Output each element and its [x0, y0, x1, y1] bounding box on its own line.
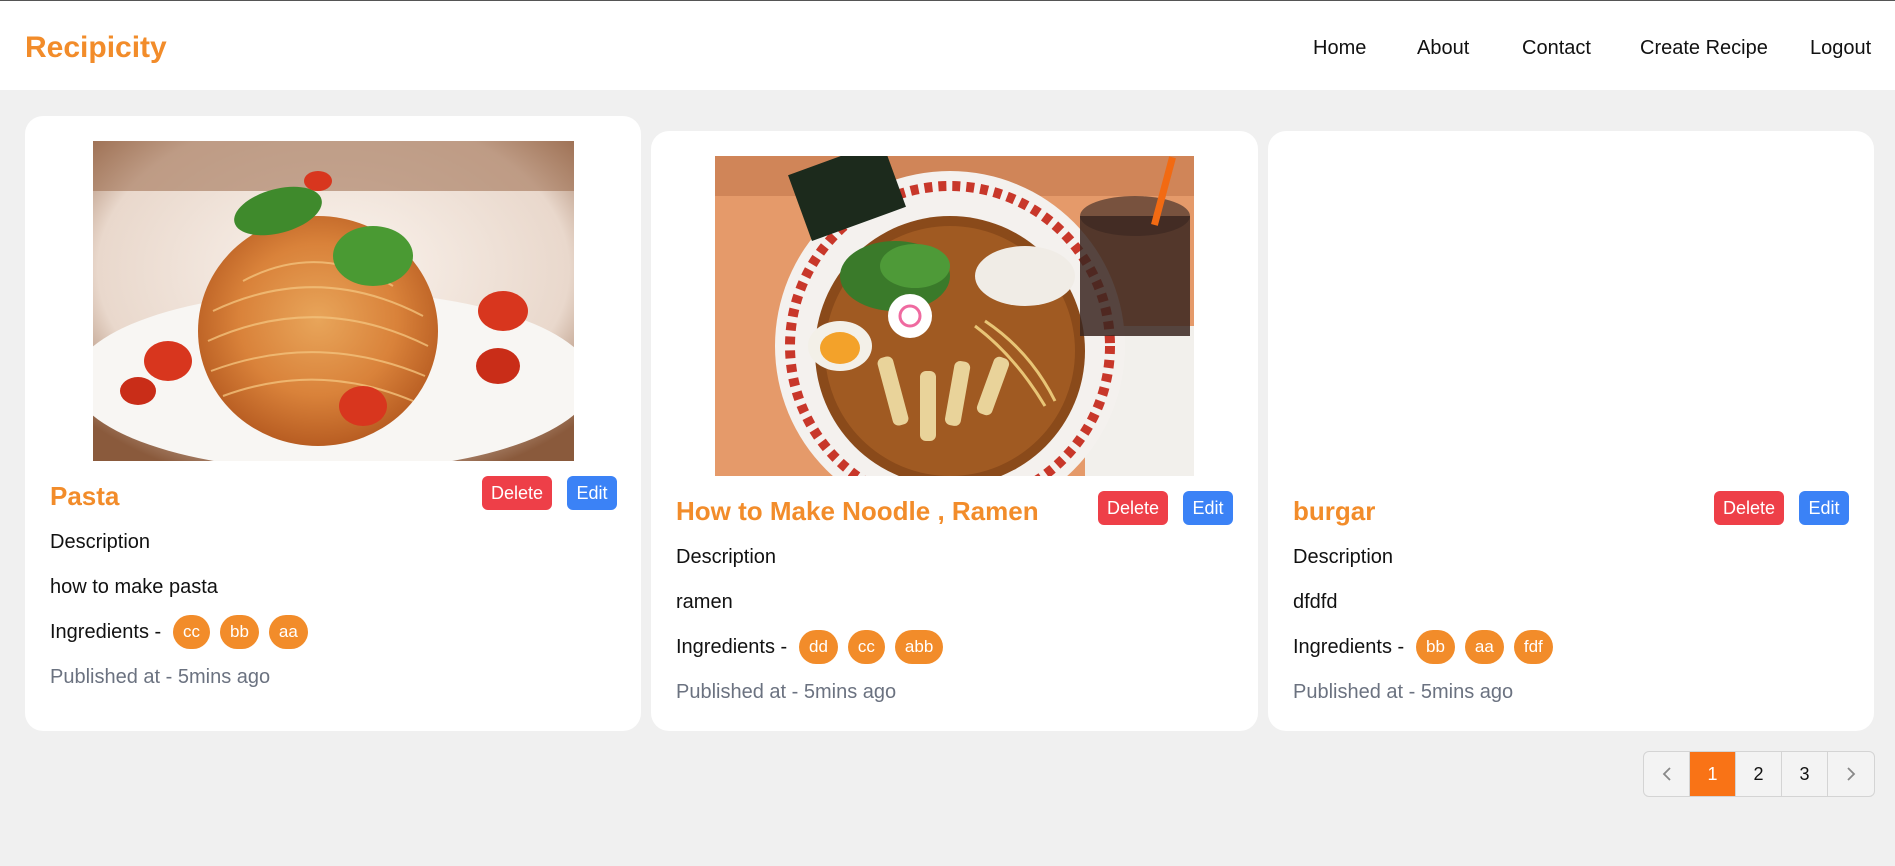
recipe-card: Pasta Delete Edit Description how to mak…	[25, 116, 641, 731]
description-text: ramen	[676, 591, 733, 613]
nav-logout[interactable]: Logout	[1810, 37, 1871, 60]
published-time: Published at - 5mins ago	[1293, 681, 1514, 703]
ingredients-label: Ingredients -	[50, 621, 162, 643]
edit-button[interactable]: Edit	[567, 476, 617, 510]
ingredients-list: cc bb aa	[173, 615, 308, 649]
page-2-button[interactable]: 2	[1736, 752, 1783, 796]
page-3-button[interactable]: 3	[1782, 752, 1829, 796]
delete-button[interactable]: Delete	[1098, 491, 1168, 525]
ingredients-label: Ingredients -	[676, 636, 788, 658]
pagination: 1 2 3	[1643, 751, 1875, 797]
published-time: Published at - 5mins ago	[50, 666, 271, 688]
edit-button[interactable]: Edit	[1183, 491, 1233, 525]
brand-logo[interactable]: Recipicity	[25, 31, 167, 65]
ingredient-chip: fdf	[1513, 630, 1553, 664]
delete-button[interactable]: Delete	[482, 476, 552, 510]
ingredients-list: dd cc abb	[799, 630, 944, 664]
recipe-card: How to Make Noodle , Ramen Delete Edit D…	[651, 131, 1258, 731]
navbar: Recipicity Home About Contact Create Rec…	[0, 1, 1895, 90]
nav-create-recipe[interactable]: Create Recipe	[1640, 37, 1768, 60]
ingredient-chip: aa	[268, 615, 308, 649]
recipe-image	[715, 156, 1194, 476]
ingredients-list: bb aa fdf	[1416, 630, 1553, 664]
delete-button[interactable]: Delete	[1714, 491, 1784, 525]
ingredient-chip: abb	[894, 630, 944, 664]
nav-contact[interactable]: Contact	[1522, 37, 1591, 60]
description-label: Description	[1293, 546, 1394, 568]
nav-home[interactable]: Home	[1313, 37, 1366, 60]
description-label: Description	[50, 531, 151, 553]
page-1-button[interactable]: 1	[1690, 752, 1737, 796]
published-time: Published at - 5mins ago	[676, 681, 897, 703]
description-text: dfdfd	[1293, 591, 1338, 613]
recipe-image-placeholder	[1332, 156, 1811, 476]
description-text: how to make pasta	[50, 576, 218, 598]
recipe-title[interactable]: Pasta	[50, 481, 119, 512]
nav-about[interactable]: About	[1417, 37, 1469, 60]
ingredient-chip: cc	[173, 615, 210, 649]
description-label: Description	[676, 546, 777, 568]
ingredient-chip: cc	[847, 630, 885, 664]
chevron-left-icon[interactable]	[1644, 752, 1691, 796]
recipe-card: burgar Delete Edit Description dfdfd Ing…	[1268, 131, 1874, 731]
ingredients-label: Ingredients -	[1293, 636, 1405, 658]
recipe-title[interactable]: burgar	[1293, 496, 1375, 527]
ingredient-chip: bb	[220, 615, 259, 649]
edit-button[interactable]: Edit	[1799, 491, 1849, 525]
recipe-image	[93, 141, 574, 461]
ingredient-chip: bb	[1416, 630, 1455, 664]
recipe-title[interactable]: How to Make Noodle , Ramen	[676, 496, 1039, 527]
ingredient-chip: aa	[1464, 630, 1504, 664]
chevron-right-icon[interactable]	[1828, 752, 1874, 796]
ingredient-chip: dd	[799, 630, 838, 664]
